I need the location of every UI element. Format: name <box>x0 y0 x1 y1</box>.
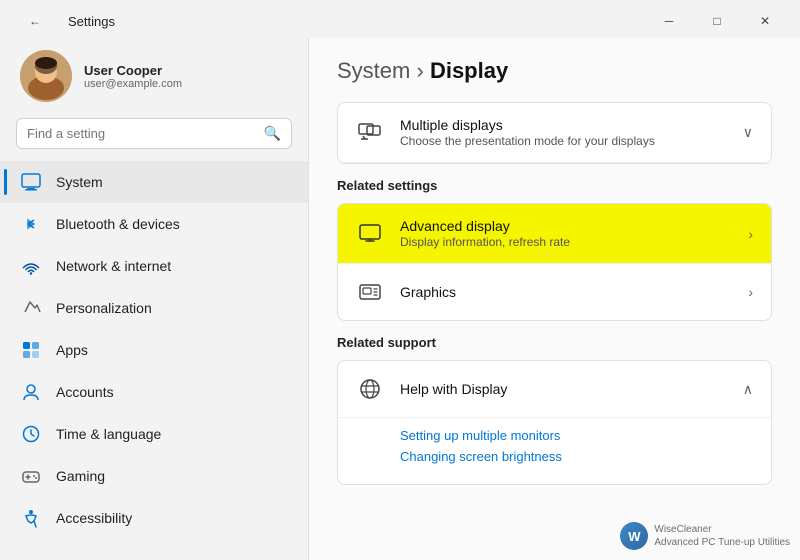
accessibility-icon <box>20 507 42 529</box>
sidebar-item-time-label: Time & language <box>56 426 161 442</box>
wisecleaner-badge: W WiseCleaner Advanced PC Tune-up Utilit… <box>620 522 790 550</box>
advanced-display-icon <box>356 220 384 248</box>
user-email: user@example.com <box>84 78 182 90</box>
bluetooth-icon <box>20 213 42 235</box>
time-icon <box>20 423 42 445</box>
app-body: User Cooper user@example.com 🔍 System <box>0 38 800 560</box>
sidebar-item-accounts[interactable]: Accounts <box>0 371 308 413</box>
support-link-brightness[interactable]: Changing screen brightness <box>400 449 753 464</box>
advanced-display-title: Advanced display <box>400 218 732 234</box>
advanced-display-row[interactable]: Advanced display Display information, re… <box>338 204 771 264</box>
accounts-icon <box>20 381 42 403</box>
close-button[interactable]: ✕ <box>742 6 788 36</box>
help-with-display-icon <box>356 375 384 403</box>
support-links-list: Setting up multiple monitors Changing sc… <box>338 418 771 484</box>
sidebar-item-system-label: System <box>56 174 103 190</box>
sidebar-item-bluetooth[interactable]: Bluetooth & devices <box>0 203 308 245</box>
sidebar-item-accessibility-label: Accessibility <box>56 510 132 526</box>
system-icon <box>20 171 42 193</box>
search-box[interactable]: 🔍 <box>16 118 292 149</box>
personalization-icon <box>20 297 42 319</box>
apps-icon <box>20 339 42 361</box>
breadcrumb-parent: System <box>337 58 410 83</box>
multiple-displays-title: Multiple displays <box>400 117 727 133</box>
sidebar: User Cooper user@example.com 🔍 System <box>0 38 308 560</box>
multiple-displays-icon <box>356 119 384 147</box>
sidebar-item-time[interactable]: Time & language <box>0 413 308 455</box>
help-expand-icon: ∧ <box>743 381 753 398</box>
graphics-title: Graphics <box>400 284 732 300</box>
wisecleaner-name: WiseCleaner <box>654 523 790 536</box>
titlebar-title: Settings <box>68 14 115 29</box>
advanced-display-text: Advanced display Display information, re… <box>400 218 732 249</box>
minimize-button[interactable]: ─ <box>646 6 692 36</box>
multiple-displays-row[interactable]: Multiple displays Choose the presentatio… <box>338 103 771 163</box>
titlebar-left: ← Settings <box>12 6 115 36</box>
titlebar-controls: ─ □ ✕ <box>646 6 788 36</box>
search-input[interactable] <box>27 126 256 141</box>
sidebar-item-system[interactable]: System <box>0 161 308 203</box>
sidebar-item-apps[interactable]: Apps <box>0 329 308 371</box>
multiple-displays-chevron: ∨ <box>743 124 753 141</box>
help-with-display-text: Help with Display <box>400 381 727 397</box>
related-support-card: Help with Display ∧ Setting up multiple … <box>337 360 772 485</box>
content-area: System › Display Multiple displays Choos… <box>308 38 800 560</box>
sidebar-item-gaming-label: Gaming <box>56 468 105 484</box>
gaming-icon <box>20 465 42 487</box>
breadcrumb: System › Display <box>337 58 772 84</box>
maximize-button[interactable]: □ <box>694 6 740 36</box>
breadcrumb-separator: › <box>416 58 429 83</box>
advanced-display-subtitle: Display information, refresh rate <box>400 235 732 249</box>
wisecleaner-text: WiseCleaner Advanced PC Tune-up Utilitie… <box>654 523 790 549</box>
sidebar-item-network[interactable]: Network & internet <box>0 245 308 287</box>
user-name: User Cooper <box>84 63 182 78</box>
help-with-display-title: Help with Display <box>400 381 727 397</box>
wisecleaner-logo: W <box>620 522 648 550</box>
sidebar-item-personalization[interactable]: Personalization <box>0 287 308 329</box>
sidebar-item-apps-label: Apps <box>56 342 88 358</box>
user-info: User Cooper user@example.com <box>84 63 182 90</box>
multiple-displays-card: Multiple displays Choose the presentatio… <box>337 102 772 164</box>
support-link-monitors[interactable]: Setting up multiple monitors <box>400 428 753 443</box>
back-button[interactable]: ← <box>12 6 58 36</box>
avatar <box>20 50 72 102</box>
related-support-label: Related support <box>337 335 772 350</box>
related-settings-card: Advanced display Display information, re… <box>337 203 772 321</box>
sidebar-item-accounts-label: Accounts <box>56 384 114 400</box>
multiple-displays-subtitle: Choose the presentation mode for your di… <box>400 134 727 148</box>
user-profile: User Cooper user@example.com <box>0 38 308 118</box>
wisecleaner-tagline: Advanced PC Tune-up Utilities <box>654 536 790 549</box>
related-settings-label: Related settings <box>337 178 772 193</box>
graphics-row[interactable]: Graphics › <box>338 264 771 320</box>
search-icon: 🔍 <box>264 125 281 142</box>
sidebar-item-gaming[interactable]: Gaming <box>0 455 308 497</box>
graphics-chevron: › <box>748 284 753 300</box>
sidebar-item-accessibility[interactable]: Accessibility <box>0 497 308 539</box>
multiple-displays-text: Multiple displays Choose the presentatio… <box>400 117 727 148</box>
breadcrumb-current: Display <box>430 58 508 83</box>
sidebar-item-personalization-label: Personalization <box>56 300 152 316</box>
sidebar-item-network-label: Network & internet <box>56 258 171 274</box>
graphics-text: Graphics <box>400 284 732 300</box>
network-icon <box>20 255 42 277</box>
sidebar-item-bluetooth-label: Bluetooth & devices <box>56 216 180 232</box>
help-with-display-row[interactable]: Help with Display ∧ <box>338 361 771 418</box>
titlebar: ← Settings ─ □ ✕ <box>0 0 800 38</box>
graphics-icon <box>356 278 384 306</box>
advanced-display-chevron: › <box>748 226 753 242</box>
